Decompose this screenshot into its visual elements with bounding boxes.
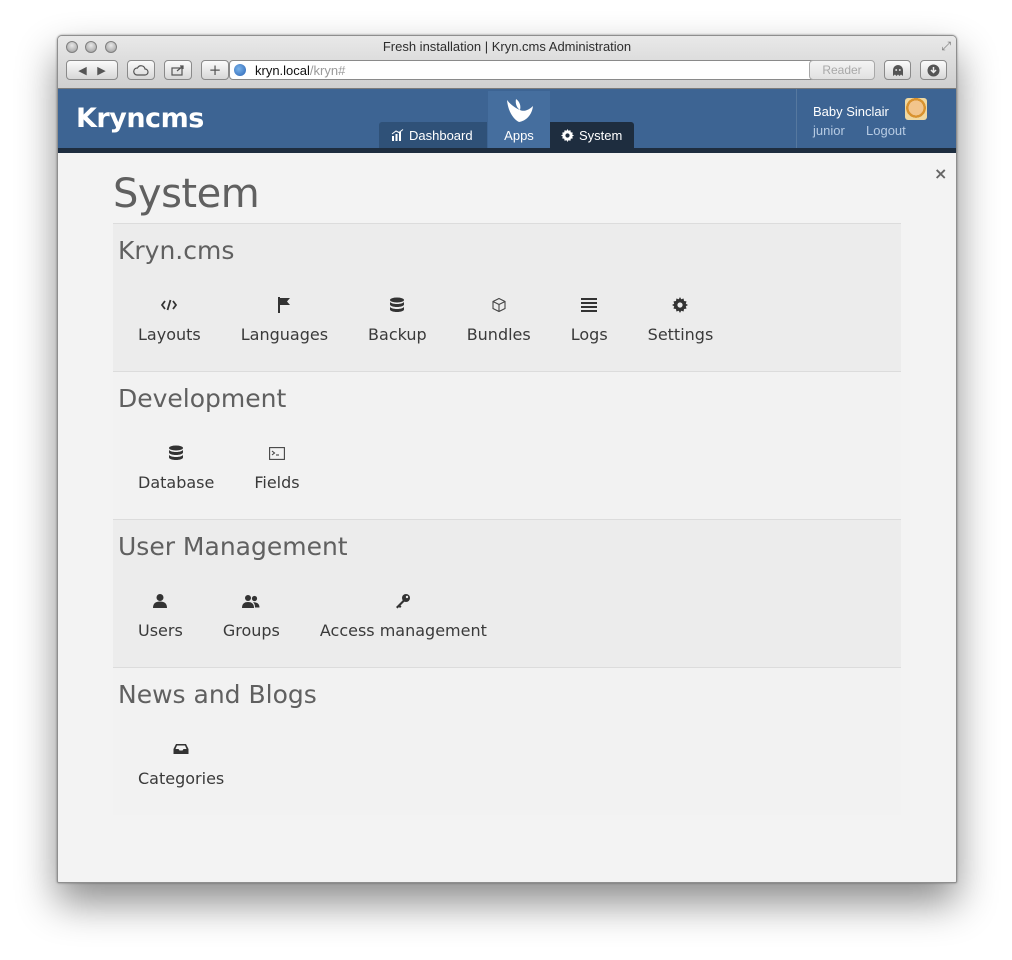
- plus-icon: +: [208, 61, 222, 79]
- item-label: Groups: [222, 621, 280, 640]
- avatar[interactable]: [905, 98, 927, 120]
- item-users[interactable]: Users: [138, 590, 183, 640]
- section-items: Database Fields: [138, 442, 300, 492]
- tab-apps[interactable]: Apps: [488, 122, 550, 148]
- database-icon: [168, 442, 184, 464]
- window-title: Fresh installation | Kryn.cms Administra…: [382, 39, 632, 54]
- item-label: Fields: [254, 473, 300, 492]
- section-news-and-blogs: News and Blogs Categories: [113, 667, 901, 815]
- tab-apps-label: Apps: [504, 127, 534, 143]
- url-path: /kryn#: [309, 63, 346, 78]
- browser-toolbar: Fresh installation | Kryn.cms Administra…: [58, 36, 956, 89]
- url-text: kryn.local/kryn#: [255, 63, 345, 78]
- close-icon[interactable]: ×: [934, 164, 947, 183]
- section-items: Layouts Languages Backup Bundles Logs Se…: [138, 294, 713, 344]
- item-groups[interactable]: Groups: [223, 590, 280, 640]
- item-languages[interactable]: Languages: [241, 294, 328, 344]
- section-kryn-cms: Kryn.cms Layouts Languages Backup Bundle…: [113, 223, 901, 371]
- item-settings[interactable]: Settings: [647, 294, 714, 344]
- fullscreen-icon[interactable]: ⤢: [941, 39, 951, 54]
- system-panel: × System Kryn.cms Layouts Languages Back…: [58, 153, 956, 882]
- item-label: Categories: [138, 769, 225, 788]
- item-label: Layouts: [138, 325, 201, 344]
- flag-icon: [277, 294, 291, 316]
- chart-icon: [391, 129, 404, 141]
- key-icon: [395, 590, 411, 612]
- item-label: Backup: [368, 325, 427, 344]
- address-bar[interactable]: kryn.local/kryn# ↻: [229, 60, 840, 80]
- list-icon: [581, 294, 598, 316]
- tab-system[interactable]: System: [550, 122, 634, 148]
- item-bundles[interactable]: Bundles: [467, 294, 531, 344]
- item-access-management[interactable]: Access management: [320, 590, 487, 640]
- cube-icon: [491, 294, 507, 316]
- section-items: Categories: [138, 738, 224, 788]
- back-forward-buttons[interactable]: ◀ ▶: [66, 60, 118, 80]
- user-name[interactable]: Baby Sinclair: [813, 104, 889, 119]
- users-icon: [242, 590, 260, 612]
- section-title: News and Blogs: [118, 680, 317, 709]
- url-host: kryn.local: [255, 63, 310, 78]
- share-button[interactable]: [164, 60, 192, 80]
- item-backup[interactable]: Backup: [368, 294, 427, 344]
- item-layouts[interactable]: Layouts: [138, 294, 201, 344]
- tab-dashboard-label: Dashboard: [409, 127, 473, 143]
- item-categories[interactable]: Categories: [138, 738, 224, 788]
- terminal-icon: [269, 442, 285, 464]
- icloud-tabs-button[interactable]: [127, 60, 155, 80]
- gear-icon: [561, 128, 574, 142]
- user-box: Baby Sinclair junior Logout: [796, 89, 956, 148]
- section-title: Kryn.cms: [118, 236, 235, 265]
- page-title: System: [113, 171, 260, 217]
- section-development: Development Database Fields: [113, 371, 901, 519]
- item-label: Users: [138, 621, 183, 640]
- item-fields[interactable]: Fields: [254, 442, 300, 492]
- extension-button[interactable]: [884, 60, 911, 80]
- item-label: Logs: [570, 325, 608, 344]
- code-icon: [161, 294, 178, 316]
- section-title: User Management: [118, 532, 348, 561]
- share-icon: [171, 65, 184, 76]
- back-arrow-icon[interactable]: ◀: [78, 64, 86, 77]
- section-user-management: User Management Users Groups Access mana…: [113, 519, 901, 667]
- cloud-icon: [133, 64, 149, 76]
- logout-link[interactable]: Logout: [866, 123, 906, 138]
- database-icon: [389, 294, 405, 316]
- kryncms-logo[interactable]: Kryncms: [76, 103, 204, 134]
- globe-icon: [234, 64, 246, 76]
- app-header: Kryncms Dashboard Apps System Baby Sincl…: [58, 89, 956, 153]
- downloads-button[interactable]: [920, 60, 947, 80]
- tab-dashboard[interactable]: Dashboard: [379, 122, 487, 148]
- ghostery-icon: [892, 64, 903, 76]
- tab-system-label: System: [579, 127, 623, 143]
- inbox-icon: [173, 738, 189, 760]
- download-icon: [927, 64, 940, 76]
- section-items: Users Groups Access management: [138, 590, 487, 640]
- item-label: Languages: [240, 325, 329, 344]
- item-label: Database: [138, 473, 215, 492]
- item-label: Bundles: [466, 325, 531, 344]
- reader-button[interactable]: Reader: [809, 60, 875, 80]
- item-label: Access management: [319, 621, 487, 640]
- user-icon: [152, 590, 168, 612]
- username-link[interactable]: junior: [813, 123, 845, 138]
- item-label: Settings: [647, 325, 714, 344]
- item-database[interactable]: Database: [138, 442, 214, 492]
- browser-window: Fresh installation | Kryn.cms Administra…: [57, 35, 957, 883]
- forward-arrow-icon[interactable]: ▶: [97, 64, 105, 77]
- gear-icon: [672, 294, 689, 316]
- item-logs[interactable]: Logs: [571, 294, 608, 344]
- add-bookmark-button[interactable]: +: [201, 60, 229, 80]
- section-title: Development: [118, 384, 287, 413]
